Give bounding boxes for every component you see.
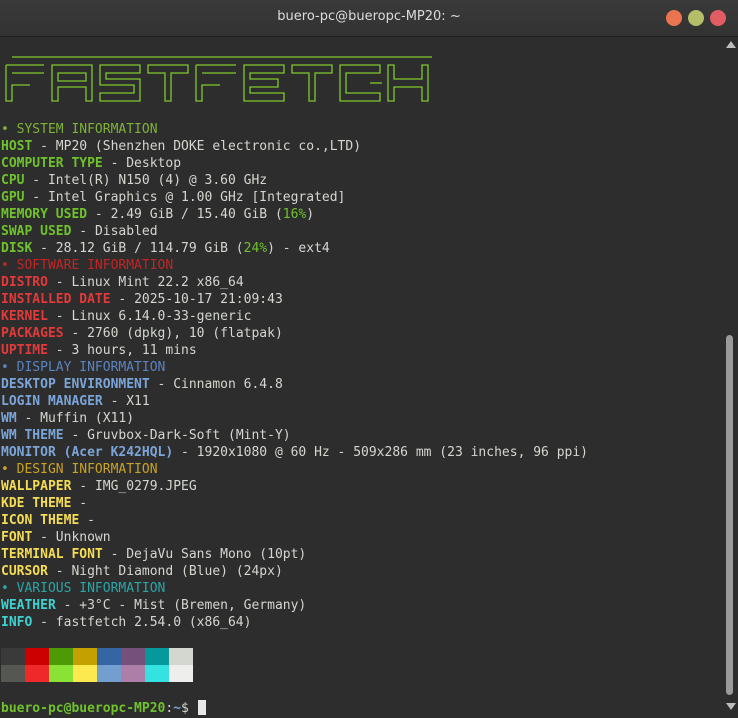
scrollbar-thumb[interactable] [726, 335, 733, 695]
info-row-kernel: KERNEL - Linux 6.14.0-33-generic [1, 309, 252, 324]
terminal-output[interactable]: • SYSTEM INFORMATION HOST - MP20 (Shenzh… [0, 37, 722, 718]
palette-swatch-bright-3 [73, 665, 97, 682]
info-row-distro: DISTRO - Linux Mint 22.2 x86_64 [1, 275, 244, 290]
info-row-terminal-font: TERMINAL FONT - DejaVu Sans Mono (10pt) [1, 547, 307, 562]
info-row-info: INFO - fastfetch 2.54.0 (x86_64) [1, 615, 252, 630]
info-row-login-manager: LOGIN MANAGER - X11 [1, 394, 150, 409]
section-header-various: • VARIOUS INFORMATION [1, 581, 166, 596]
close-icon [710, 10, 726, 26]
section-header-design: • DESIGN INFORMATION [1, 462, 158, 477]
palette-swatch-bright-6 [145, 665, 169, 682]
info-row-font: FONT - Unknown [1, 530, 111, 545]
info-row-gpu: GPU - Intel Graphics @ 1.00 GHz [Integra… [1, 190, 346, 205]
section-header-display: • DISPLAY INFORMATION [1, 360, 166, 375]
info-row-cpu: CPU - Intel(R) N150 (4) @ 3.60 GHz [1, 173, 268, 188]
terminal-window: buero-pc@bueropc-MP20: ~ • SYSTEM INFORM… [0, 0, 738, 718]
palette-swatch-normal-2 [49, 648, 73, 665]
info-row-packages: PACKAGES - 2760 (dpkg), 10 (flatpak) [1, 326, 283, 341]
info-row-wallpaper: WALLPAPER - IMG_0279.JPEG [1, 479, 197, 494]
info-row-wm: WM - Muffin (X11) [1, 411, 135, 426]
palette-row-bright [1, 665, 193, 682]
title-bar[interactable]: buero-pc@bueropc-MP20: ~ [0, 0, 738, 37]
minimize-icon [666, 10, 682, 26]
shell-prompt[interactable]: buero-pc@bueropc-MP20:~$ [1, 700, 206, 717]
section-header-system: • SYSTEM INFORMATION [1, 122, 158, 137]
vertical-scrollbar[interactable] [722, 37, 738, 718]
palette-row-normal [1, 648, 193, 665]
info-row-cursor: CURSOR - Night Diamond (Blue) (24px) [1, 564, 283, 579]
info-row-icon-theme: ICON THEME - [1, 513, 103, 528]
color-palette [1, 648, 193, 682]
info-row-weather: WEATHER - +3°C - Mist (Bremen, Germany) [1, 598, 307, 613]
scroll-down-arrow-icon[interactable] [726, 703, 736, 710]
palette-swatch-normal-7 [169, 648, 193, 665]
info-row-uptime: UPTIME - 3 hours, 11 mins [1, 343, 197, 358]
info-row-disk: DISK - 28.12 GiB / 114.79 GiB (24%) - ex… [1, 241, 330, 256]
info-row-desktop-environment: DESKTOP ENVIRONMENT - Cinnamon 6.4.8 [1, 377, 283, 392]
text-cursor [197, 700, 206, 715]
palette-swatch-bright-4 [97, 665, 121, 682]
info-row-swap: SWAP USED - Disabled [1, 224, 158, 239]
info-row-installed-date: INSTALLED DATE - 2025-10-17 21:09:43 [1, 292, 283, 307]
palette-swatch-bright-5 [121, 665, 145, 682]
info-row-monitor: MONITOR (Acer K242HQL) - 1920x1080 @ 60 … [1, 445, 589, 460]
palette-swatch-bright-7 [169, 665, 193, 682]
info-row-kde-theme: KDE THEME - [1, 496, 95, 511]
info-row-memory: MEMORY USED - 2.49 GiB / 15.40 GiB (16%) [1, 207, 315, 222]
close-button[interactable] [710, 10, 726, 26]
palette-swatch-normal-0 [1, 648, 25, 665]
palette-swatch-normal-3 [73, 648, 97, 665]
maximize-button[interactable] [688, 10, 704, 26]
palette-swatch-normal-6 [145, 648, 169, 665]
info-row-wm-theme: WM THEME - Gruvbox-Dark-Soft (Mint-Y) [1, 428, 291, 443]
info-row-computer-type: COMPUTER TYPE - Desktop [1, 156, 182, 171]
section-header-software: • SOFTWARE INFORMATION [1, 258, 174, 273]
palette-swatch-normal-4 [97, 648, 121, 665]
palette-swatch-normal-5 [121, 648, 145, 665]
minimize-button[interactable] [666, 10, 682, 26]
palette-swatch-bright-2 [49, 665, 73, 682]
system-info-list: • SYSTEM INFORMATION HOST - MP20 (Shenzh… [1, 121, 588, 631]
window-title: buero-pc@bueropc-MP20: ~ [277, 9, 461, 24]
palette-swatch-bright-0 [1, 665, 25, 682]
fastfetch-logo [5, 56, 432, 102]
palette-swatch-bright-1 [25, 665, 49, 682]
palette-swatch-normal-1 [25, 648, 49, 665]
maximize-icon [688, 10, 704, 26]
info-row-host: HOST - MP20 (Shenzhen DOKE electronic co… [1, 139, 362, 154]
scroll-up-arrow-icon[interactable] [726, 41, 736, 48]
